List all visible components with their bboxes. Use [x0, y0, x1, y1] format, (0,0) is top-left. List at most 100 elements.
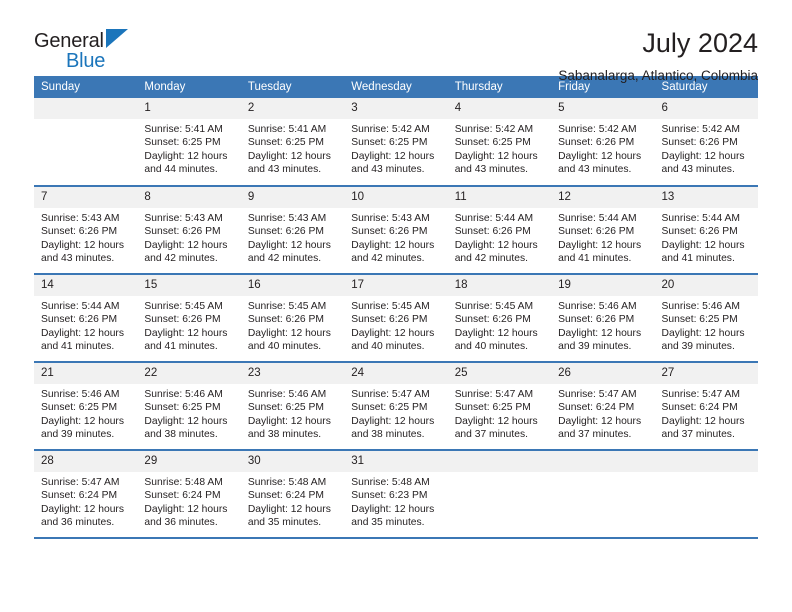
day-cell-content: 30 Sunrise: 5:48 AM Sunset: 6:24 PM Dayligh…: [240, 451, 345, 537]
calendar-day-cell[interactable]: 29 Sunrise: 5:48 AM Sunset: 6:24 PM Dayligh…: [137, 450, 241, 538]
sunrise-text: Sunrise: 5:47 AM: [454, 389, 534, 400]
day-number: 13: [654, 187, 758, 208]
day-cell-content: 2 Sunrise: 5:41 AM Sunset: 6:25 PM Daylight…: [240, 98, 345, 185]
calendar-empty-cell: [34, 98, 138, 186]
day-number: 7: [34, 187, 138, 208]
calendar-day-cell[interactable]: 22 Sunrise: 5:46 AM Sunset: 6:25 PM Dayligh…: [137, 362, 241, 450]
calendar-day-cell[interactable]: 28 Sunrise: 5:47 AM Sunset: 6:24 PM Dayligh…: [34, 450, 138, 538]
calendar-day-cell[interactable]: 17 Sunrise: 5:45 AM Sunset: 6:26 PM Dayligh…: [344, 274, 448, 362]
calendar-day-cell[interactable]: 30 Sunrise: 5:48 AM Sunset: 6:24 PM Dayligh…: [240, 450, 345, 538]
day-number: 5: [551, 98, 655, 119]
calendar-day-cell[interactable]: 1 Sunrise: 5:41 AM Sunset: 6:25 PM Daylight…: [137, 98, 241, 186]
calendar-day-cell[interactable]: 9 Sunrise: 5:43 AM Sunset: 6:26 PM Daylight…: [240, 186, 345, 274]
daylight-text-line1: Daylight: 12 hours: [41, 239, 124, 251]
calendar-day-cell[interactable]: 12 Sunrise: 5:44 AM Sunset: 6:26 PM Dayligh…: [551, 186, 655, 274]
sunset-text: Sunset: 6:26 PM: [247, 314, 324, 326]
day-number: 24: [344, 363, 448, 384]
calendar-week-row: 21 Sunrise: 5:46 AM Sunset: 6:25 PM Dayligh…: [34, 362, 758, 450]
sunrise-text: Sunrise: 5:48 AM: [144, 477, 223, 488]
sunset-text: Sunset: 6:26 PM: [41, 226, 118, 238]
calendar-day-cell[interactable]: 26 Sunrise: 5:47 AM Sunset: 6:24 PM Dayligh…: [551, 362, 655, 450]
day-number: 26: [551, 363, 655, 384]
day-number: [551, 451, 655, 472]
calendar-day-cell[interactable]: 23 Sunrise: 5:46 AM Sunset: 6:25 PM Dayligh…: [240, 362, 345, 450]
logo-triangle-icon: [106, 29, 128, 48]
daylight-text-line2: and 43 minutes.: [558, 164, 632, 176]
sunrise-text: Sunrise: 5:43 AM: [144, 213, 223, 224]
day-sun-info: Sunrise: 5:46 AM Sunset: 6:25 PM Daylight:…: [241, 384, 344, 442]
day-cell-content: [551, 451, 655, 537]
calendar-day-cell[interactable]: 10 Sunrise: 5:43 AM Sunset: 6:26 PM Dayligh…: [344, 186, 448, 274]
sunrise-text: Sunrise: 5:45 AM: [247, 301, 327, 312]
sunrise-text: Sunrise: 5:46 AM: [41, 389, 120, 400]
sunrise-text: Sunrise: 5:43 AM: [41, 213, 120, 224]
calendar-day-cell[interactable]: 21 Sunrise: 5:46 AM Sunset: 6:25 PM Dayligh…: [34, 362, 138, 450]
daylight-text-line2: and 37 minutes.: [661, 429, 735, 441]
calendar-day-cell[interactable]: 27 Sunrise: 5:47 AM Sunset: 6:24 PM Dayligh…: [654, 362, 758, 450]
calendar-day-cell[interactable]: 6 Sunrise: 5:42 AM Sunset: 6:26 PM Daylight…: [654, 98, 758, 186]
sunset-text: Sunset: 6:25 PM: [454, 402, 531, 414]
daylight-text-line1: Daylight: 12 hours: [247, 415, 331, 427]
day-number: 21: [34, 363, 138, 384]
sunrise-text: Sunrise: 5:42 AM: [351, 124, 430, 135]
daylight-text-line1: Daylight: 12 hours: [558, 415, 642, 427]
sunset-text: Sunset: 6:25 PM: [144, 402, 221, 414]
calendar-day-cell[interactable]: 8 Sunrise: 5:43 AM Sunset: 6:26 PM Daylight…: [137, 186, 241, 274]
calendar-day-cell[interactable]: 24 Sunrise: 5:47 AM Sunset: 6:25 PM Dayligh…: [344, 362, 448, 450]
sunset-text: Sunset: 6:25 PM: [661, 314, 738, 326]
sunrise-text: Sunrise: 5:42 AM: [661, 124, 740, 135]
day-number: 19: [551, 275, 655, 296]
sunset-text: Sunset: 6:24 PM: [247, 490, 324, 502]
sunset-text: Sunset: 6:26 PM: [661, 137, 738, 149]
daylight-text-line2: and 41 minutes.: [41, 341, 115, 353]
sunrise-text: Sunrise: 5:47 AM: [351, 389, 430, 400]
sunrise-text: Sunrise: 5:42 AM: [558, 124, 637, 135]
day-cell-content: 24 Sunrise: 5:47 AM Sunset: 6:25 PM Dayligh…: [344, 363, 448, 449]
day-number: 8: [137, 187, 241, 208]
weekday-header-wednesday: Wednesday: [344, 76, 448, 98]
sunrise-text: Sunrise: 5:44 AM: [41, 301, 120, 312]
calendar-day-cell[interactable]: 20 Sunrise: 5:46 AM Sunset: 6:25 PM Dayligh…: [654, 274, 758, 362]
day-sun-info: Sunrise: 5:47 AM Sunset: 6:24 PM Daylight:…: [655, 384, 758, 442]
daylight-text-line2: and 41 minutes.: [558, 253, 632, 265]
sunset-text: Sunset: 6:26 PM: [144, 226, 221, 238]
day-sun-info: Sunrise: 5:44 AM Sunset: 6:26 PM Daylight:…: [655, 208, 758, 266]
day-cell-content: 3 Sunrise: 5:42 AM Sunset: 6:25 PM Daylight…: [344, 98, 448, 185]
day-sun-info: Sunrise: 5:42 AM Sunset: 6:25 PM Daylight:…: [344, 119, 447, 177]
day-cell-content: 23 Sunrise: 5:46 AM Sunset: 6:25 PM Dayligh…: [240, 363, 345, 449]
calendar-day-cell[interactable]: 15 Sunrise: 5:45 AM Sunset: 6:26 PM Dayligh…: [137, 274, 241, 362]
sunset-text: Sunset: 6:26 PM: [351, 314, 428, 326]
calendar-day-cell[interactable]: 14 Sunrise: 5:44 AM Sunset: 6:26 PM Dayligh…: [34, 274, 138, 362]
sunrise-text: Sunrise: 5:48 AM: [247, 477, 327, 488]
day-sun-info: Sunrise: 5:46 AM Sunset: 6:25 PM Daylight:…: [34, 384, 137, 442]
day-cell-content: 10 Sunrise: 5:43 AM Sunset: 6:26 PM Dayligh…: [344, 187, 448, 273]
calendar-day-cell[interactable]: 3 Sunrise: 5:42 AM Sunset: 6:25 PM Daylight…: [344, 98, 448, 186]
daylight-text-line2: and 36 minutes.: [144, 517, 218, 529]
sunset-text: Sunset: 6:26 PM: [558, 137, 635, 149]
sunrise-text: Sunrise: 5:46 AM: [558, 301, 637, 312]
calendar-day-cell[interactable]: 31 Sunrise: 5:48 AM Sunset: 6:23 PM Dayligh…: [344, 450, 448, 538]
calendar-day-cell[interactable]: 13 Sunrise: 5:44 AM Sunset: 6:26 PM Dayligh…: [654, 186, 758, 274]
daylight-text-line2: and 43 minutes.: [661, 164, 735, 176]
calendar-day-cell[interactable]: 7 Sunrise: 5:43 AM Sunset: 6:26 PM Daylight…: [34, 186, 138, 274]
daylight-text-line1: Daylight: 12 hours: [558, 150, 642, 162]
sunrise-text: Sunrise: 5:45 AM: [351, 301, 430, 312]
calendar-day-cell[interactable]: 18 Sunrise: 5:45 AM Sunset: 6:26 PM Dayligh…: [447, 274, 552, 362]
calendar-day-cell[interactable]: 11 Sunrise: 5:44 AM Sunset: 6:26 PM Dayligh…: [447, 186, 552, 274]
calendar-day-cell[interactable]: 16 Sunrise: 5:45 AM Sunset: 6:26 PM Dayligh…: [240, 274, 345, 362]
day-cell-content: 18 Sunrise: 5:45 AM Sunset: 6:26 PM Dayligh…: [447, 275, 552, 361]
calendar-day-cell[interactable]: 2 Sunrise: 5:41 AM Sunset: 6:25 PM Daylight…: [240, 98, 345, 186]
calendar-day-cell[interactable]: 4 Sunrise: 5:42 AM Sunset: 6:25 PM Daylight…: [447, 98, 552, 186]
day-number: 3: [344, 98, 448, 119]
day-sun-info: Sunrise: 5:41 AM Sunset: 6:25 PM Daylight:…: [137, 119, 240, 177]
day-number: 30: [240, 451, 345, 472]
calendar-day-cell[interactable]: 25 Sunrise: 5:47 AM Sunset: 6:25 PM Dayligh…: [447, 362, 552, 450]
day-number: 31: [344, 451, 448, 472]
daylight-text-line2: and 43 minutes.: [247, 164, 322, 176]
calendar-day-cell[interactable]: 19 Sunrise: 5:46 AM Sunset: 6:26 PM Dayligh…: [551, 274, 655, 362]
day-sun-info: Sunrise: 5:46 AM Sunset: 6:26 PM Daylight:…: [551, 296, 654, 354]
calendar-day-cell[interactable]: 5 Sunrise: 5:42 AM Sunset: 6:26 PM Daylight…: [551, 98, 655, 186]
daylight-text-line1: Daylight: 12 hours: [661, 415, 745, 427]
day-cell-content: 13 Sunrise: 5:44 AM Sunset: 6:26 PM Dayligh…: [654, 187, 758, 273]
daylight-text-line1: Daylight: 12 hours: [351, 503, 435, 515]
